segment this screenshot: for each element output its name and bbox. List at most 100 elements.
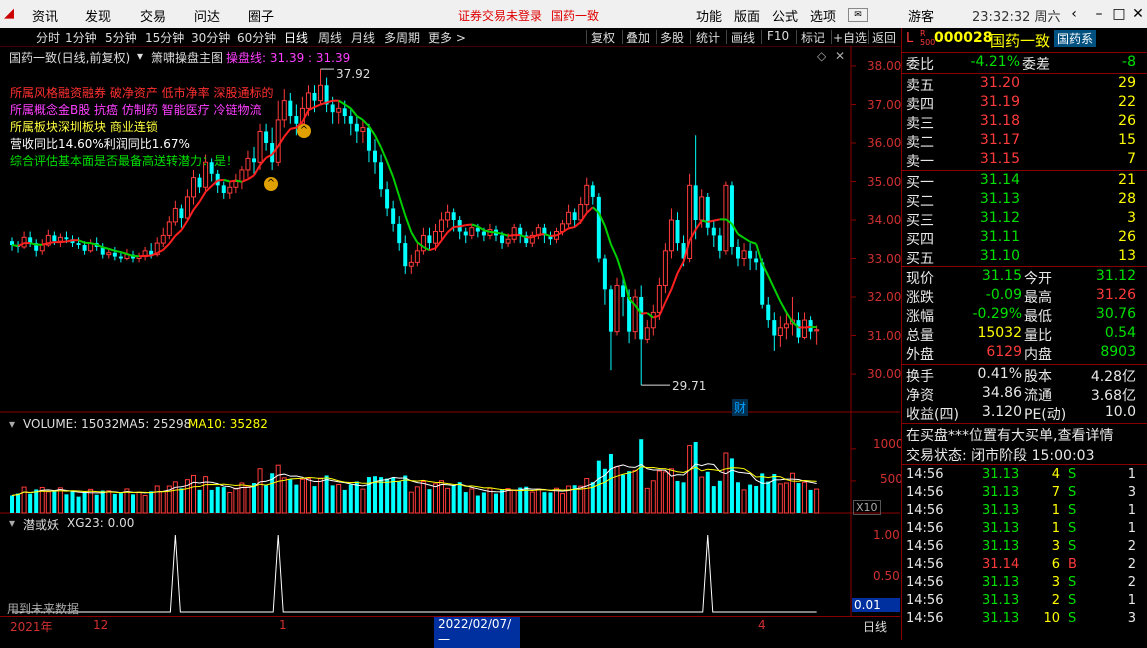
volume-bar — [294, 485, 298, 513]
volume-bar — [264, 485, 268, 513]
menu-item[interactable]: 资讯 — [32, 6, 58, 25]
indicator-name[interactable]: 箫啸操盘主图 — [151, 49, 223, 66]
volume-bar — [494, 494, 498, 513]
period-tab[interactable]: 15分钟 — [145, 29, 184, 46]
tick-count: 2 — [1106, 557, 1136, 572]
period-tab[interactable]: 周线 — [318, 29, 342, 46]
menu-item[interactable]: 功能 — [696, 6, 722, 25]
more-periods-button[interactable]: 更多 > — [428, 29, 466, 46]
divider — [831, 30, 832, 44]
menu-item[interactable]: 交易 — [140, 6, 166, 25]
close-pane-icon[interactable]: ✕ — [835, 49, 845, 63]
tick-row: 14:5631.137S3 — [906, 485, 1142, 504]
volume-bar — [71, 491, 75, 513]
operation-line — [48, 242, 54, 243]
high-annotation: 37.92 — [336, 67, 370, 81]
candle-body — [500, 235, 504, 243]
period-tab[interactable]: 月线 — [351, 29, 375, 46]
tool-button[interactable]: 统计 — [696, 29, 720, 46]
volume-bar — [77, 497, 81, 513]
tool-button[interactable]: 画线 — [731, 29, 755, 46]
volume-bar — [192, 475, 196, 513]
volume-bar — [688, 446, 692, 513]
bid-label: 买五 — [906, 248, 934, 268]
current-stock-link[interactable]: 国药一致 — [551, 7, 599, 24]
tool-button[interactable]: 多股 — [660, 29, 684, 46]
volume-bar — [143, 496, 147, 513]
candle-body — [809, 320, 813, 332]
candle-body — [319, 85, 323, 100]
volume-bar — [555, 488, 559, 513]
volume-bar — [748, 485, 752, 513]
collapse-icon[interactable]: ▾ — [9, 516, 15, 530]
menu-item[interactable]: 选项 — [810, 6, 836, 25]
volume-bar — [797, 483, 801, 513]
volume-bar — [633, 470, 637, 513]
volume-bar — [712, 486, 716, 513]
signal-up-icon: ^ — [297, 124, 311, 138]
candle-body — [815, 330, 819, 331]
period-tab[interactable]: 分时 — [36, 29, 60, 46]
candle-body — [676, 220, 680, 243]
big-order-message[interactable]: 在买盘***位置有大买单,查看详情 — [906, 425, 1142, 444]
stat-row: 外盘6129内盘8903 — [906, 344, 1142, 363]
sector-tag[interactable]: 国药系 — [1054, 30, 1096, 47]
operation-line — [714, 219, 720, 220]
period-tab-active[interactable]: 日线 — [284, 29, 308, 46]
operation-line — [357, 116, 363, 120]
operation-line — [218, 180, 224, 181]
volume-bar — [137, 492, 141, 513]
candle-body — [198, 178, 202, 188]
bid-label: 买四 — [906, 229, 934, 249]
period-tab[interactable]: 5分钟 — [105, 29, 137, 46]
user-label[interactable]: 游客 — [908, 6, 934, 25]
stat-row: 净资34.86流通3.68亿 — [906, 385, 1142, 404]
tool-button[interactable]: 复权 — [591, 29, 615, 46]
period-label[interactable]: 日线 — [863, 618, 887, 635]
back-icon[interactable]: ‹ — [1063, 3, 1085, 25]
app-logo-icon[interactable]: ◢ — [4, 6, 14, 21]
ask-row: 卖三31.1826 — [906, 113, 1142, 132]
operation-line — [60, 241, 66, 242]
period-tab[interactable]: 多周期 — [384, 29, 420, 46]
minimize-icon[interactable]: – — [1088, 3, 1110, 25]
tool-button[interactable]: F10 — [767, 29, 789, 43]
menu-item[interactable]: 公式 — [772, 6, 798, 25]
volume-bar — [173, 482, 177, 513]
ask-row: 卖五31.2029 — [906, 75, 1142, 94]
tool-button[interactable]: 叠加 — [626, 29, 650, 46]
period-tab[interactable]: 60分钟 — [237, 29, 276, 46]
collapse-icon[interactable]: ▾ — [9, 417, 15, 431]
candle-body — [766, 305, 770, 320]
tick-side: S — [1068, 521, 1076, 536]
tool-button[interactable]: 标记 — [801, 29, 825, 46]
candle-body — [161, 235, 165, 243]
finance-marker[interactable]: 财 — [732, 399, 748, 416]
tool-button[interactable]: 返回 — [872, 29, 896, 46]
login-notice[interactable]: 证券交易未登录 — [458, 7, 542, 24]
tick-row: 14:5631.133S2 — [906, 539, 1142, 558]
period-tab[interactable]: 1分钟 — [65, 29, 97, 46]
collapse-icon[interactable]: ▾ — [137, 49, 143, 63]
menu-item[interactable]: 发现 — [85, 6, 111, 25]
candle-body — [228, 187, 232, 193]
ask-label: 卖三 — [906, 113, 934, 133]
quote-panel: L R 500 000028 国药一致 国药系 委比 -4.21% 委差 -8 … — [901, 28, 1147, 640]
period-tab[interactable]: 30分钟 — [191, 29, 230, 46]
stat-value: 10.0 — [1066, 404, 1136, 420]
volume-bar — [210, 490, 214, 513]
mail-icon[interactable]: ✉ — [848, 8, 868, 22]
menu-item[interactable]: 问达 — [194, 6, 220, 25]
volume-bar — [52, 491, 56, 513]
operation-line — [544, 234, 550, 236]
ask-price: 31.18 — [966, 113, 1020, 129]
tool-button[interactable]: +自选 — [833, 29, 867, 46]
sub-indicator-name[interactable]: 潜或妖 — [23, 516, 59, 533]
menu-item[interactable]: 版面 — [734, 6, 760, 25]
volume-bar — [778, 484, 782, 513]
diamond-icon[interactable]: ◇ — [817, 49, 826, 63]
candle-body — [736, 247, 740, 259]
candle-body — [512, 228, 516, 240]
close-icon[interactable]: ✕ — [1127, 3, 1147, 25]
menu-item[interactable]: 圈子 — [248, 6, 274, 25]
